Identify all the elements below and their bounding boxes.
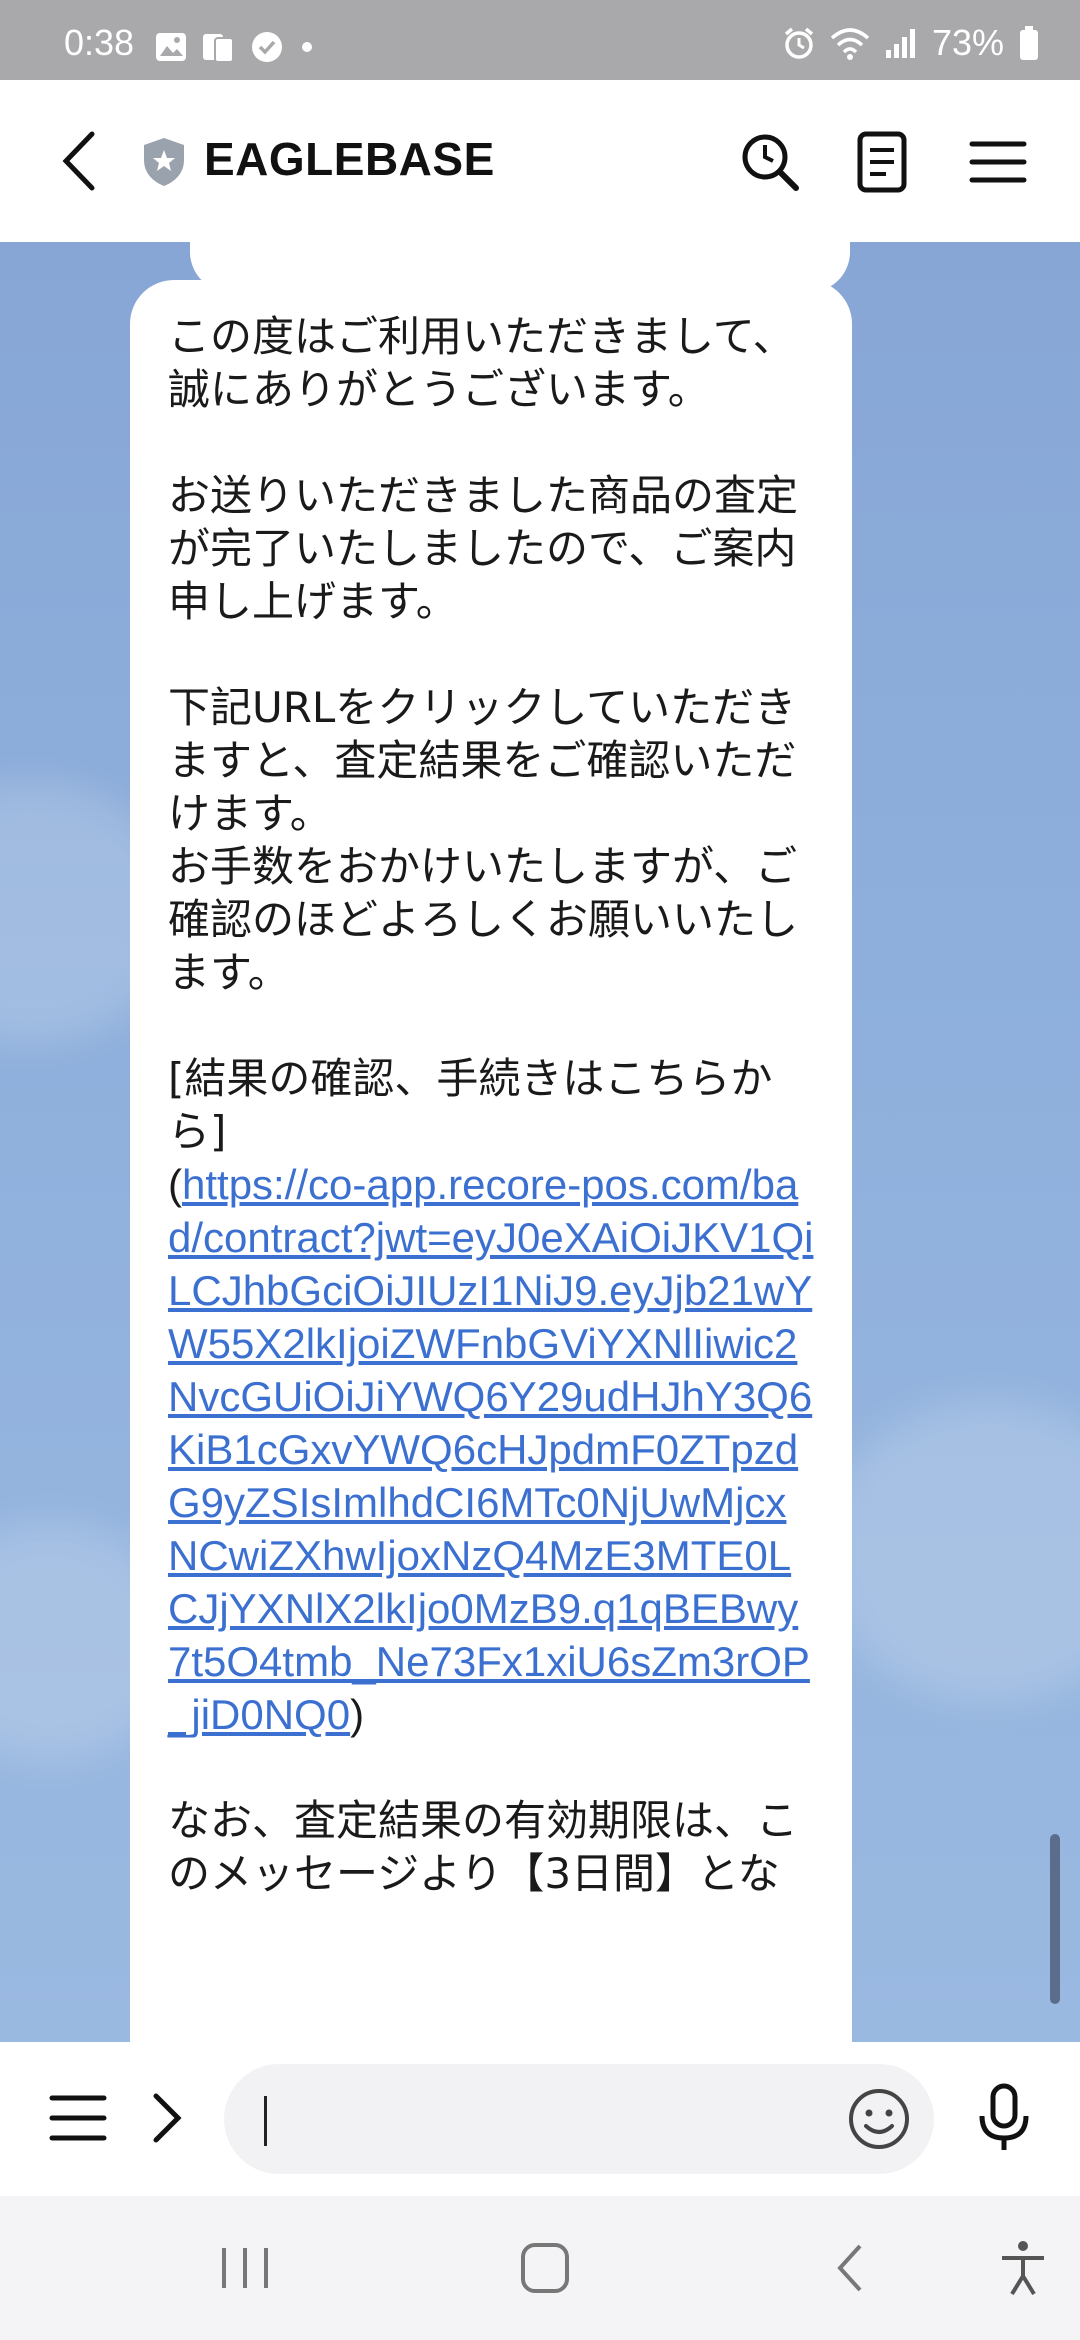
system-nav-bar (0, 2196, 1080, 2340)
alarm-icon (784, 27, 814, 59)
dot-icon (302, 42, 312, 52)
message-bubble[interactable]: この度はご利用いただきまして、誠にありがとうございます。 お送りいただきました商… (130, 280, 852, 2042)
message-paragraph: 下記URLをクリックしていただきますと、査定結果をご確認いただけます。 お手数を… (168, 683, 799, 997)
menu-button[interactable] (966, 130, 1030, 194)
back-button[interactable] (52, 126, 112, 196)
phone-transfer-icon (203, 34, 234, 63)
chat-scrollbar[interactable] (1050, 1834, 1060, 2004)
background-cloud (820, 1402, 1080, 1702)
search-history-button[interactable] (738, 130, 802, 194)
shield-icon (144, 138, 184, 186)
battery-icon (1020, 26, 1038, 60)
microphone-button[interactable] (974, 2082, 1034, 2154)
link-close-paren: ) (350, 1691, 365, 1738)
signal-icon (885, 29, 915, 58)
input-bar (0, 2042, 1080, 2196)
message-paragraph: お送りいただきました商品の査定が完了いたしましたので、ご案内申し上げます。 (168, 471, 799, 626)
assessment-link[interactable]: https://co-app.recore-pos.com/bad/contra… (168, 1161, 813, 1738)
message-paragraph: [結果の確認、手続きはこちらから] (168, 1054, 773, 1156)
gallery-icon (156, 33, 186, 61)
status-time: 0:38 (64, 22, 135, 63)
recent-apps-button[interactable] (210, 2238, 280, 2298)
text-caret (264, 2096, 267, 2146)
accessibility-icon[interactable] (988, 2238, 1058, 2298)
expand-chevron-button[interactable] (146, 2088, 186, 2148)
status-notifications (155, 30, 317, 64)
message-link-block: (https://co-app.recore-pos.com/bad/contr… (168, 1158, 814, 1741)
status-bar: 0:38 73% (0, 0, 1080, 80)
wifi-icon (830, 28, 870, 60)
notes-button[interactable] (850, 130, 914, 194)
message-input[interactable] (224, 2064, 934, 2174)
message-paragraph: なお、査定結果の有効期限は、このメッセージより【3日間】とな (168, 1796, 799, 1898)
message-paragraph: この度はご利用いただきまして、誠にありがとうございます。 (168, 312, 795, 414)
back-nav-button[interactable] (816, 2238, 886, 2298)
input-menu-button[interactable] (48, 2090, 108, 2146)
emoji-button[interactable] (846, 2086, 912, 2152)
check-circle-icon (252, 32, 282, 62)
home-button[interactable] (510, 2238, 580, 2298)
chat-area[interactable]: この度はご利用いただきまして、誠にありがとうございます。 お送りいただきました商… (0, 242, 1080, 2042)
battery-percent: 73% (931, 22, 1004, 63)
chat-title: EAGLEBASE (204, 133, 495, 185)
chat-header: EAGLEBASE (0, 80, 1080, 242)
status-system: 73% (782, 22, 1040, 64)
link-open-paren: ( (168, 1161, 182, 1208)
